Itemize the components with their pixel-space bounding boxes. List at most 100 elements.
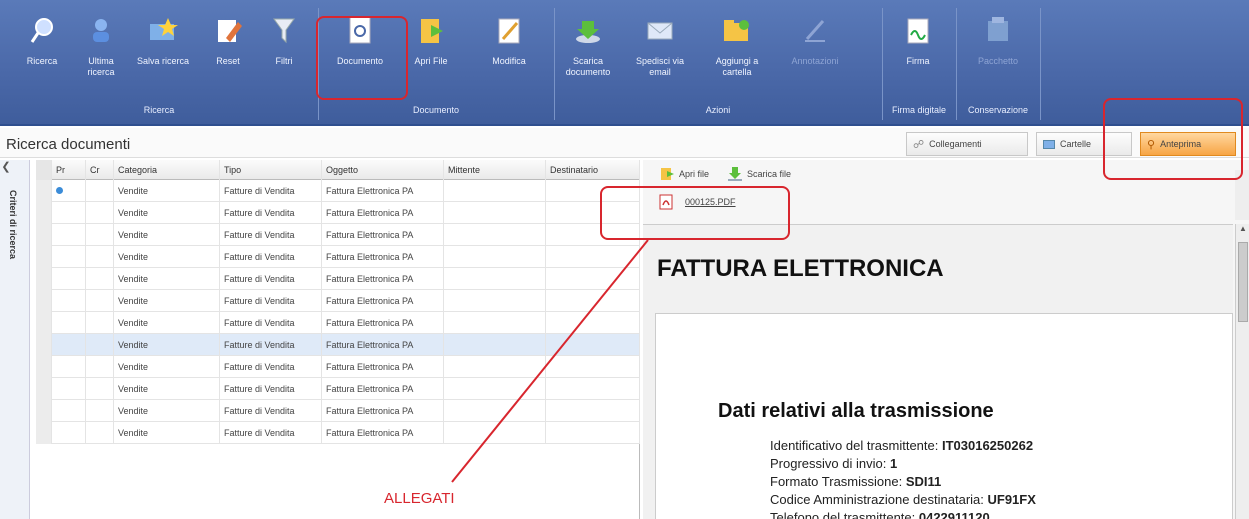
table-row[interactable]: Vendite Fatture di Vendita Fattura Elettro… (36, 224, 640, 246)
table-cell (86, 400, 114, 422)
table-cell (36, 400, 52, 422)
table-cell (86, 180, 114, 202)
table-cell (444, 224, 546, 246)
apri-file-link[interactable]: Apri file (659, 166, 709, 182)
annotazioni-button[interactable]: Annotazioni (782, 14, 848, 104)
scroll-up-icon[interactable]: ▲ (1236, 224, 1249, 238)
document-grid: Pr Cr Categoria Tipo Oggetto Mittente De… (36, 160, 640, 519)
group-documento: Documento (412, 105, 460, 115)
table-cell (36, 290, 52, 312)
table-row[interactable]: Vendite Fatture di Vendita Fattura Elettro… (36, 246, 640, 268)
column-header-categoria[interactable]: Categoria (114, 160, 220, 180)
collegamenti-button[interactable]: ☍ Collegamenti (906, 132, 1028, 156)
table-row[interactable]: Vendite Fatture di Vendita Fattura Elettro… (36, 268, 640, 290)
table-cell: Vendite (114, 180, 220, 202)
table-cell (36, 334, 52, 356)
table-cell (444, 202, 546, 224)
table-cell (36, 224, 52, 246)
apri-file-button[interactable]: Apri File (408, 14, 454, 104)
pacchetto-button[interactable]: Pacchetto (960, 14, 1036, 104)
table-cell (546, 334, 640, 356)
table-cell (36, 356, 52, 378)
table-cell: Vendite (114, 400, 220, 422)
table-row[interactable]: Vendite Fatture di Vendita Fattura Elettro… (36, 400, 640, 422)
modifica-button[interactable]: Modifica (484, 14, 534, 104)
link-icon: ☍ (913, 138, 925, 151)
email-icon (644, 14, 676, 46)
table-cell: Vendite (114, 202, 220, 224)
table-cell (52, 202, 86, 224)
table-row[interactable]: Vendite Fatture di Vendita Fattura Elettro… (36, 378, 640, 400)
spedisci-email-button[interactable]: Spedisci via email (632, 14, 688, 104)
column-header-destinatario[interactable]: Destinatario (546, 160, 640, 180)
add-folder-icon (721, 14, 753, 46)
filter-icon (268, 14, 300, 46)
table-cell (546, 356, 640, 378)
filtri-button[interactable]: Filtri (262, 14, 306, 104)
table-cell: Fatture di Vendita (220, 246, 322, 268)
page-title: Ricerca documenti (6, 136, 131, 153)
scarica-documento-button[interactable]: Scarica documento (560, 14, 616, 104)
table-row[interactable]: Vendite Fatture di Vendita Fattura Elettro… (36, 180, 640, 202)
ribbon-toolbar: Ricerca Ultima ricerca Salva ricerca Res… (0, 0, 1249, 126)
annotation-label: ALLEGATI (384, 490, 455, 507)
ultima-ricerca-button[interactable]: Ultima ricerca (76, 14, 126, 104)
firma-button[interactable]: Firma (888, 14, 948, 104)
group-conservazione: Conservazione (967, 105, 1029, 115)
annotation-icon (799, 14, 831, 46)
column-header-tipo[interactable]: Tipo (220, 160, 322, 180)
table-cell (86, 334, 114, 356)
pdf-line: Identificativo del trasmittente: IT03016… (770, 438, 1034, 453)
table-row[interactable]: Vendite Fatture di Vendita Fattura Elettro… (36, 422, 640, 444)
pdf-line: Codice Amministrazione destinataria: UF9… (770, 492, 1036, 507)
collapse-arrow-icon[interactable]: ❮ (0, 160, 12, 180)
highlight-anteprima (1103, 98, 1243, 180)
table-cell: Vendite (114, 356, 220, 378)
pdf-scrollbar[interactable]: ▲ (1235, 224, 1249, 519)
table-cell (444, 356, 546, 378)
user-search-icon (85, 14, 117, 46)
table-cell (36, 180, 52, 202)
table-cell: Fatture di Vendita (220, 180, 322, 202)
column-header-cr[interactable]: Cr (86, 160, 114, 180)
salva-ricerca-button[interactable]: Salva ricerca (132, 14, 194, 104)
pdf-line: Progressivo di invio: 1 (770, 456, 898, 471)
table-cell (546, 268, 640, 290)
scarica-file-link[interactable]: Scarica file (727, 166, 791, 182)
highlight-documento (316, 16, 408, 100)
table-row[interactable]: Vendite Fatture di Vendita Fattura Elettro… (36, 290, 640, 312)
table-cell: Fattura Elettronica PA (322, 356, 444, 378)
search-icon (26, 14, 58, 46)
table-cell (52, 268, 86, 290)
ricerca-button[interactable]: Ricerca (14, 14, 70, 104)
group-firma-digitale: Firma digitale (891, 105, 947, 115)
row-selector-header (36, 160, 52, 180)
table-cell: Vendite (114, 334, 220, 356)
table-row[interactable]: Vendite Fatture di Vendita Fattura Elettro… (36, 202, 640, 224)
table-cell (444, 246, 546, 268)
reset-button[interactable]: Reset (206, 14, 250, 104)
pdf-viewer[interactable]: FATTURA ELETTRONICA Dati relativi alla t… (643, 224, 1233, 519)
column-header-pr[interactable]: Pr (52, 160, 86, 180)
group-ricerca: Ricerca (143, 105, 175, 115)
scrollbar-thumb[interactable] (1238, 242, 1248, 322)
table-cell (52, 356, 86, 378)
table-row[interactable]: Vendite Fatture di Vendita Fattura Elettro… (36, 356, 640, 378)
table-cell (546, 246, 640, 268)
eraser-icon (212, 14, 244, 46)
open-file-icon (661, 168, 674, 180)
aggiungi-cartella-button[interactable]: Aggiungi a cartella (704, 14, 770, 104)
table-cell: Fattura Elettronica PA (322, 378, 444, 400)
criteri-ricerca-panel[interactable]: ❮ Criteri di ricerca (0, 160, 30, 519)
table-cell: Fatture di Vendita (220, 400, 322, 422)
highlight-attachment (600, 186, 790, 240)
table-row[interactable]: Vendite Fatture di Vendita Fattura Elettro… (36, 312, 640, 334)
table-cell: Fatture di Vendita (220, 422, 322, 444)
column-header-oggetto[interactable]: Oggetto (322, 160, 444, 180)
table-cell: Fattura Elettronica PA (322, 400, 444, 422)
table-cell (444, 290, 546, 312)
column-header-mittente[interactable]: Mittente (444, 160, 546, 180)
group-azioni: Azioni (705, 105, 731, 115)
priority-dot-icon (56, 187, 63, 194)
table-row[interactable]: Vendite Fatture di Vendita Fattura Elettro… (36, 334, 640, 356)
